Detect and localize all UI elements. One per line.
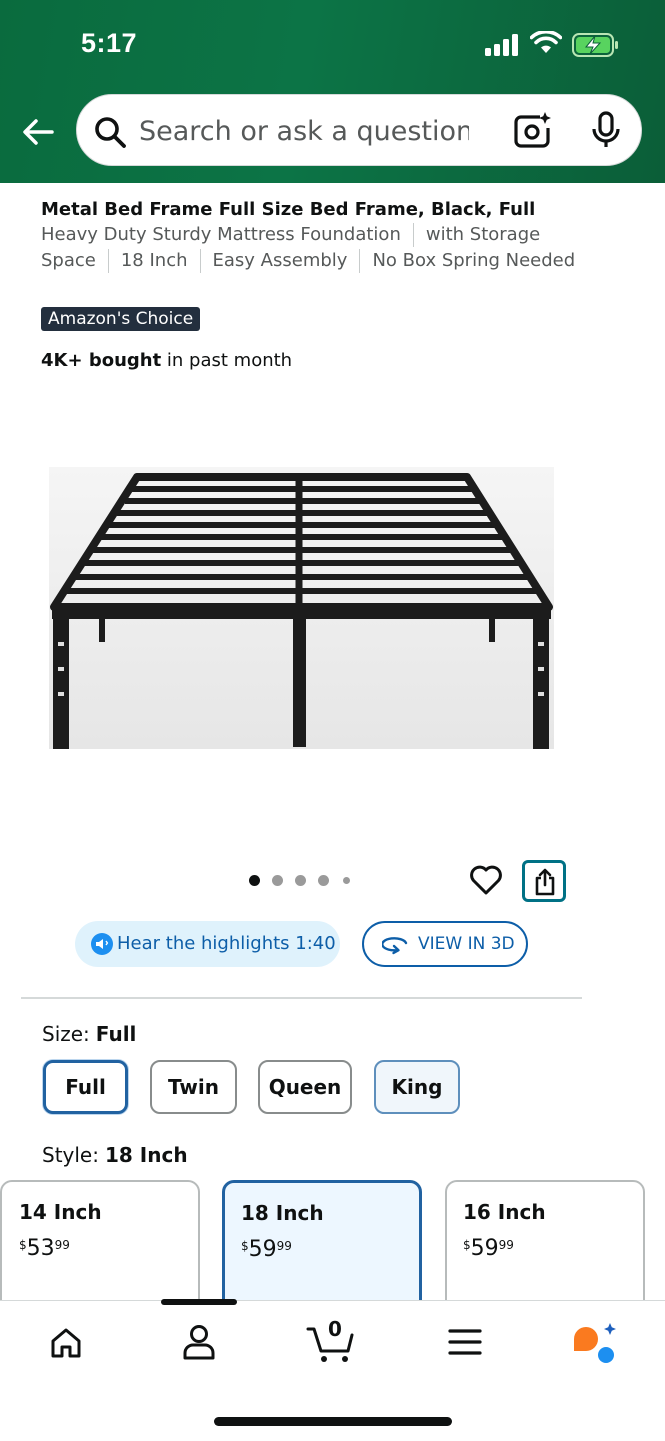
back-arrow-icon[interactable] (20, 114, 56, 150)
style-option-price: $5999 (463, 1236, 514, 1261)
rotate-3d-icon (382, 937, 408, 955)
style-option-18-inch[interactable]: 18 Inch $5999 (222, 1180, 422, 1320)
size-option-twin[interactable]: Twin (150, 1060, 237, 1114)
carousel-dot[interactable] (343, 877, 350, 884)
bought-count: 4K+ bought in past month (41, 350, 292, 371)
bed-frame-illustration (49, 467, 554, 749)
cart-count: 0 (328, 1317, 342, 1341)
price-cents: 99 (54, 1238, 70, 1252)
microphone-icon[interactable] (589, 111, 623, 149)
subtitle-part: Easy Assembly (212, 250, 348, 271)
style-option-price: $5999 (241, 1237, 292, 1262)
menu-icon[interactable] (448, 1327, 482, 1357)
size-selected-value: Full (95, 1022, 137, 1046)
price-currency: $ (463, 1238, 471, 1252)
share-button[interactable] (522, 860, 566, 902)
style-option-name: 16 Inch (463, 1200, 546, 1224)
status-time: 5:17 (81, 28, 138, 58)
subtitle-separator (199, 249, 201, 273)
style-option-16-inch[interactable]: 16 Inch $5999 (445, 1180, 645, 1320)
section-divider (21, 997, 582, 999)
size-label: Size: Full (42, 1022, 136, 1046)
subtitle-separator (107, 249, 109, 273)
bottom-tab-bar: 0 (0, 1299, 665, 1441)
price-cents: 99 (276, 1239, 292, 1253)
size-label-text: Size: (42, 1022, 90, 1046)
cellular-signal-icon (485, 34, 518, 56)
style-option-name: 14 Inch (19, 1200, 102, 1224)
style-option-name: 18 Inch (241, 1201, 324, 1225)
rufus-assistant-icon[interactable] (572, 1321, 620, 1365)
carousel-dot[interactable] (295, 875, 306, 886)
price-currency: $ (241, 1239, 249, 1253)
size-option-queen[interactable]: Queen (258, 1060, 352, 1114)
bought-count-rest: in past month (161, 350, 293, 371)
price-dollars: 59 (470, 1236, 499, 1261)
price-dollars: 59 (248, 1237, 277, 1262)
camera-lens-icon[interactable] (513, 111, 551, 149)
search-input[interactable] (139, 109, 469, 153)
carousel-dot[interactable] (272, 875, 283, 886)
subtitle-separator (359, 249, 361, 273)
home-icon[interactable] (48, 1325, 84, 1361)
hear-highlights-label: Hear the highlights 1:40 (117, 933, 336, 954)
product-image[interactable] (49, 467, 554, 749)
price-dollars: 53 (26, 1236, 55, 1261)
subtitle-part: No Box Spring Needed (372, 250, 576, 271)
carousel-dot-active[interactable] (249, 875, 260, 886)
style-label-text: Style: (42, 1143, 99, 1167)
search-icon (95, 117, 126, 148)
account-icon[interactable] (181, 1323, 217, 1361)
heart-icon[interactable] (468, 862, 504, 898)
hear-highlights-button[interactable]: Hear the highlights 1:40 (75, 921, 340, 967)
home-indicator (214, 1417, 452, 1426)
size-option-full[interactable]: Full (43, 1060, 128, 1114)
subtitle-part: 18 Inch (120, 250, 188, 271)
price-cents: 99 (498, 1238, 514, 1252)
carousel-dot[interactable] (318, 875, 329, 886)
size-option-king[interactable]: King (374, 1060, 460, 1114)
product-subtitle: Heavy Duty Sturdy Mattress Foundation wit… (41, 222, 581, 274)
style-selected-value: 18 Inch (104, 1143, 188, 1167)
subtitle-part: Heavy Duty Sturdy Mattress Foundation (41, 224, 401, 245)
style-option-price: $5399 (19, 1236, 70, 1261)
bought-count-bold: 4K+ bought (41, 350, 162, 371)
subtitle-separator (412, 223, 414, 247)
search-bar[interactable] (76, 94, 642, 166)
product-title[interactable]: Metal Bed Frame Full Size Bed Frame, Bla… (41, 198, 601, 222)
price-currency: $ (19, 1238, 27, 1252)
wifi-icon (530, 31, 562, 53)
audio-speaker-icon (91, 933, 113, 955)
amazons-choice-badge[interactable]: Amazon's Choice (41, 307, 201, 331)
battery-charging-icon (572, 33, 618, 57)
style-label: Style: 18 Inch (42, 1143, 188, 1167)
view-in-3d-label: VIEW IN 3D (418, 934, 515, 954)
active-tab-indicator (161, 1299, 237, 1305)
share-icon (535, 868, 555, 896)
view-in-3d-button[interactable]: VIEW IN 3D (362, 921, 528, 967)
app-header: 5:17 (0, 0, 665, 183)
